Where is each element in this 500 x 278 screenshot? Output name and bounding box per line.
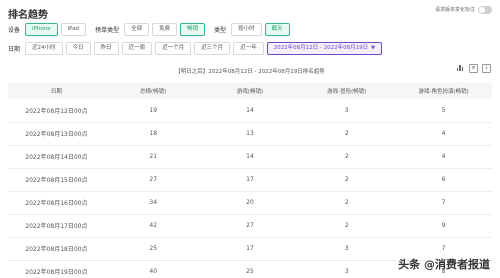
cell-overall: 40 bbox=[104, 260, 202, 278]
watermark-text: 头条 @消费者报道 bbox=[398, 258, 490, 271]
list-type-free-button[interactable]: 免费 bbox=[152, 23, 178, 36]
cell-adventure: 3 bbox=[298, 260, 396, 278]
cell-adventure: 2 bbox=[298, 191, 396, 215]
cell-date: 2022年08月16日00点 bbox=[8, 191, 105, 215]
col-header-game: 游戏(畅销) bbox=[201, 82, 299, 99]
cell-overall: 34 bbox=[104, 191, 202, 215]
date-month-button[interactable]: 近一个月 bbox=[155, 42, 192, 55]
date-24h-button[interactable]: 近24小时 bbox=[25, 42, 63, 55]
device-iphone-button[interactable]: iPhone bbox=[25, 23, 58, 36]
cell-date: 2022年08月12日00点 bbox=[8, 99, 105, 123]
date-yesterday-button[interactable]: 昨日 bbox=[93, 42, 119, 55]
type-label: 类型 bbox=[214, 27, 227, 34]
cell-overall: 27 bbox=[104, 168, 202, 192]
cell-date: 2022年08月19日00点 bbox=[8, 260, 105, 278]
col-header-rpg: 游戏-角色扮演(畅销) bbox=[395, 82, 492, 99]
type-daily-button[interactable]: 截天 bbox=[264, 23, 290, 36]
date-range-value: 2022年08月12日 - 2022年08月19日 bbox=[273, 45, 369, 51]
cell-rpg: 7 bbox=[395, 191, 492, 215]
date-year-button[interactable]: 近一年 bbox=[233, 42, 264, 55]
date-week-button[interactable]: 近一周 bbox=[121, 42, 153, 55]
cell-game: 25 bbox=[201, 260, 299, 278]
list-type-all-button[interactable]: 全部 bbox=[124, 23, 150, 36]
cell-rpg: 5 bbox=[395, 99, 492, 123]
col-header-overall: 总榜(畅销) bbox=[104, 82, 202, 99]
table-row: 2022年08月13日00点 18 13 2 4 bbox=[8, 122, 492, 146]
table-row: 2022年08月15日00点 27 17 2 6 bbox=[8, 168, 492, 192]
cell-game: 13 bbox=[201, 122, 299, 146]
cell-date: 2022年08月15日00点 bbox=[8, 168, 105, 192]
table-row: 2022年08月14日00点 21 14 2 4 bbox=[8, 145, 492, 169]
col-header-adventure: 游戏-冒险(畅销) bbox=[298, 82, 396, 99]
cell-overall: 18 bbox=[104, 122, 202, 146]
list-view-icon[interactable]: ≡ bbox=[469, 64, 478, 73]
cell-overall: 19 bbox=[104, 99, 202, 123]
cell-adventure: 2 bbox=[298, 214, 396, 238]
watermark: 头条 @消费者报道 bbox=[398, 256, 490, 272]
cell-rpg: 6 bbox=[395, 168, 492, 192]
cell-date: 2022年08月13日00点 bbox=[8, 122, 105, 146]
version-toggle-group: 请求版本变化标注 bbox=[435, 6, 492, 14]
cell-overall: 21 bbox=[104, 145, 202, 169]
table-tools: ≡ ↓ bbox=[452, 64, 491, 73]
cell-game: 17 bbox=[201, 237, 299, 261]
cell-adventure: 2 bbox=[298, 145, 396, 169]
cell-game: 17 bbox=[201, 168, 299, 192]
list-type-grossing-button[interactable]: 畅销 bbox=[180, 23, 206, 36]
table-subtitle: 【明日之后】2022年08月12日 - 2022年08月19日排名趋势 bbox=[175, 69, 325, 75]
title-row: 排名趋势 请求版本变化标注 bbox=[8, 3, 492, 21]
date-today-button[interactable]: 今日 bbox=[65, 42, 91, 55]
panel-title: 排名趋势 bbox=[8, 10, 48, 21]
cell-adventure: 3 bbox=[298, 237, 396, 261]
list-type-label: 榜单类型 bbox=[95, 27, 120, 34]
cell-date: 2022年08月14日00点 bbox=[8, 145, 105, 169]
bar-chart-icon[interactable] bbox=[456, 64, 465, 73]
device-ipad-button[interactable]: iPad bbox=[60, 23, 87, 36]
cell-date: 2022年08月17日00点 bbox=[8, 214, 105, 238]
cell-adventure: 2 bbox=[298, 168, 396, 192]
date-3months-button[interactable]: 近三个月 bbox=[194, 42, 231, 55]
version-toggle-label: 请求版本变化标注 bbox=[434, 7, 475, 13]
rank-trend-panel: 排名趋势 请求版本变化标注 设备 iPhone iPad 榜单类型 全部 免费 … bbox=[0, 0, 500, 278]
cell-overall: 42 bbox=[104, 214, 202, 238]
download-icon[interactable]: ↓ bbox=[482, 64, 491, 73]
chevron-down-icon: ▼ bbox=[371, 45, 375, 51]
cell-rpg: 4 bbox=[395, 145, 492, 169]
type-hourly-button[interactable]: 按小时 bbox=[231, 23, 262, 36]
cell-overall: 25 bbox=[104, 237, 202, 261]
date-label: 日期 bbox=[8, 46, 21, 53]
cell-date: 2022年08月18日00点 bbox=[8, 237, 105, 261]
cell-adventure: 3 bbox=[298, 99, 396, 123]
cell-game: 27 bbox=[201, 214, 299, 238]
cell-rpg: 9 bbox=[395, 214, 492, 238]
filter-row-device: 设备 iPhone iPad 榜单类型 全部 免费 畅销 类型 按小时 截天 bbox=[8, 23, 293, 36]
col-header-date: 日期 bbox=[8, 82, 105, 99]
cell-game: 14 bbox=[201, 99, 299, 123]
cell-rpg: 4 bbox=[395, 122, 492, 146]
cell-adventure: 2 bbox=[298, 122, 396, 146]
filter-row-date: 日期 近24小时 今日 昨日 近一周 近一个月 近三个月 近一年 2022年08… bbox=[8, 42, 382, 55]
cell-game: 20 bbox=[201, 191, 299, 215]
table-row: 2022年08月16日00点 34 20 2 7 bbox=[8, 191, 492, 215]
table-row: 2022年08月17日00点 42 27 2 9 bbox=[8, 214, 492, 238]
version-toggle[interactable] bbox=[478, 6, 492, 14]
table-header-row: 日期 总榜(畅销) 游戏(畅销) 游戏-冒险(畅销) 游戏-角色扮演(畅销) bbox=[8, 82, 492, 99]
cell-game: 14 bbox=[201, 145, 299, 169]
rank-table: 日期 总榜(畅销) 游戏(畅销) 游戏-冒险(畅销) 游戏-角色扮演(畅销) 2… bbox=[8, 82, 492, 278]
date-range-picker[interactable]: 2022年08月12日 - 2022年08月19日 ▼ bbox=[266, 42, 382, 55]
device-label: 设备 bbox=[8, 27, 21, 34]
table-row: 2022年08月12日00点 19 14 3 5 bbox=[8, 99, 492, 123]
